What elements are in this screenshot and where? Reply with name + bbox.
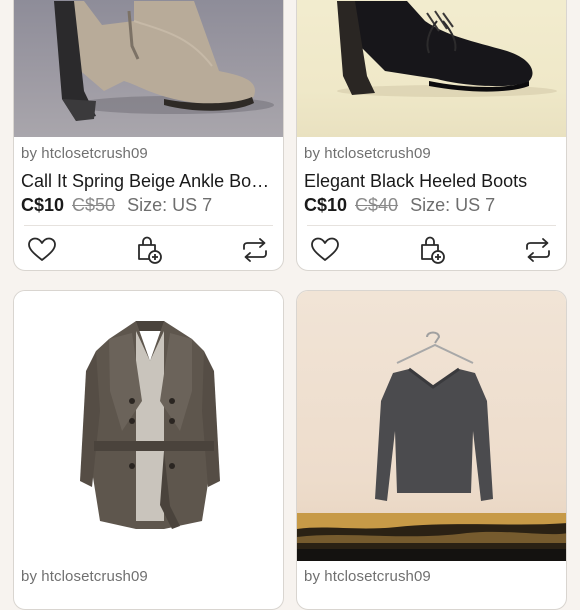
gray-sweater-image	[297, 331, 566, 561]
bag-plus-icon[interactable]	[135, 235, 165, 265]
current-price: C$10	[304, 195, 348, 215]
size-label: Size: US 7	[127, 195, 213, 215]
listing-title[interactable]: Elegant Black Heeled Boots	[304, 171, 562, 192]
share-icon[interactable]	[523, 235, 553, 265]
original-price: C$40	[355, 195, 399, 215]
listing-title[interactable]: Call It Spring Beige Ankle Bo…	[21, 171, 279, 192]
seller-name[interactable]: by htclosetcrush09	[21, 145, 148, 162]
price-line: C$10 C$40 Size: US 7	[304, 195, 495, 216]
share-icon[interactable]	[240, 235, 270, 265]
original-price: C$50	[72, 195, 116, 215]
listing-photo[interactable]	[297, 291, 566, 561]
listing-card[interactable]: by htclosetcrush09	[13, 290, 284, 610]
listing-card[interactable]: by htclosetcrush09 Call It Spring Beige …	[13, 0, 284, 271]
price-line: C$10 C$50 Size: US 7	[21, 195, 212, 216]
divider	[24, 225, 273, 226]
heart-icon[interactable]	[27, 235, 57, 265]
seller-name[interactable]: by htclosetcrush09	[21, 568, 148, 585]
listing-card[interactable]: by htclosetcrush09 Elegant Black Heeled …	[296, 0, 567, 271]
beige-boot-image	[54, 1, 274, 121]
divider	[307, 225, 556, 226]
brown-coat-image	[80, 321, 220, 529]
size-label: Size: US 7	[410, 195, 496, 215]
heart-icon[interactable]	[310, 235, 340, 265]
listing-card[interactable]: by htclosetcrush09	[296, 290, 567, 610]
listing-photo[interactable]	[297, 0, 566, 137]
seller-name[interactable]: by htclosetcrush09	[304, 145, 431, 162]
current-price: C$10	[21, 195, 65, 215]
listing-photo[interactable]	[14, 291, 283, 561]
black-boot-image	[337, 1, 557, 97]
seller-name[interactable]: by htclosetcrush09	[304, 568, 431, 585]
listing-photo[interactable]	[14, 0, 283, 137]
bag-plus-icon[interactable]	[418, 235, 448, 265]
